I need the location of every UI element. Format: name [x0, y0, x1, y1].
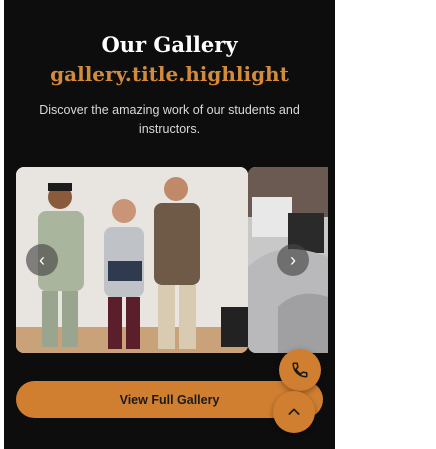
section-title-highlight: gallery.title.highlight: [50, 62, 289, 86]
phone-button[interactable]: [279, 349, 321, 391]
chevron-right-icon: ›: [290, 249, 296, 270]
phone-icon: [292, 362, 308, 378]
chevron-left-icon: ‹: [39, 249, 45, 270]
scroll-to-top-button[interactable]: [273, 391, 315, 433]
carousel-next-button[interactable]: ›: [277, 244, 309, 276]
chevron-up-icon: [288, 408, 300, 415]
section-title: Our Gallery: [101, 32, 238, 57]
section-subtitle: Discover the amazing work of our student…: [39, 103, 300, 136]
carousel-prev-button[interactable]: ‹: [26, 244, 58, 276]
